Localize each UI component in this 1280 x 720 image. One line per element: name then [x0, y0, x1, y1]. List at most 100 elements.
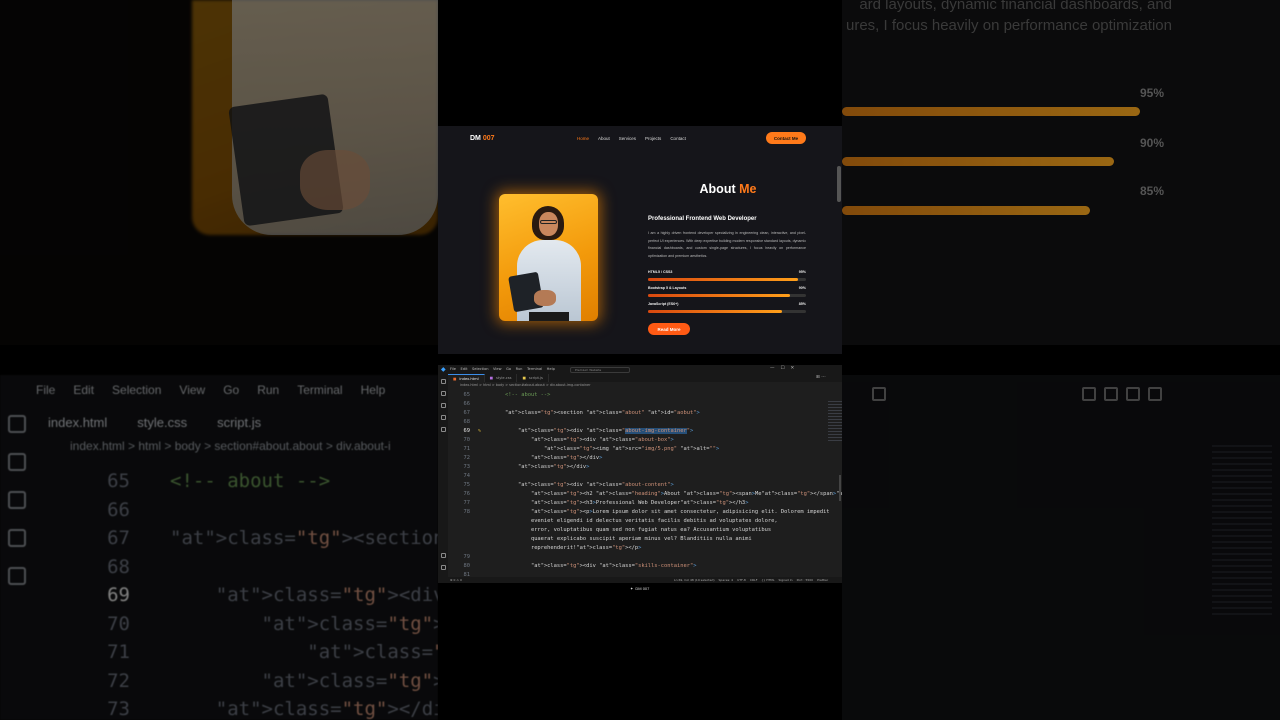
blurred-menu-item: View: [179, 383, 206, 397]
line-number: 67: [463, 410, 471, 416]
status-item[interactable]: UTF-8: [737, 578, 746, 582]
status-item[interactable]: Signed In: [779, 578, 793, 582]
skill-bar-fill: [648, 294, 791, 297]
code-text: reprehenderit!"at">class="tg"></p>: [492, 545, 642, 551]
blurred-code-line: 72 "at">class="tg"></div>: [70, 667, 438, 696]
minimize-icon[interactable]: —: [770, 366, 775, 371]
status-item[interactable]: Prettier: [817, 578, 828, 582]
maximize-icon[interactable]: ☐: [781, 366, 785, 371]
page-scrollbar[interactable]: [837, 166, 841, 202]
line-number: 76: [463, 491, 471, 497]
skill-bar-fill: [648, 310, 783, 313]
blurred-line-number: 70: [107, 612, 130, 635]
blurred-menu-item: Help: [360, 383, 386, 397]
account-icon[interactable]: [440, 553, 446, 558]
blurred-skill-percent-2: 90%: [1140, 136, 1165, 150]
search-icon[interactable]: [440, 391, 446, 396]
logo-mark-icon: ✦: [630, 586, 634, 591]
line-number: 75: [463, 482, 471, 488]
tab-label: index.html: [459, 377, 479, 381]
site-logo[interactable]: DM 007: [470, 135, 495, 142]
code-text: "at">class="tg"><p>Lorem ipsum dolor sit…: [530, 509, 830, 515]
skill-percent: 85%: [798, 302, 806, 306]
blurred-background-left: File Edit Selection View Go Run Terminal Help i…: [0, 0, 438, 720]
code-text: "at">class="tg"></div>: [517, 464, 590, 470]
menu-selection[interactable]: Selection: [472, 367, 489, 371]
nav-link-projects[interactable]: Projects: [645, 136, 661, 141]
status-item[interactable]: CRLF: [750, 578, 758, 582]
blurred-skill-bar-3: [842, 206, 1090, 215]
blurred-activity-bar: [8, 415, 30, 585]
code-line: 68: [448, 418, 842, 427]
tab-script-js[interactable]: ■ script.js: [517, 374, 549, 382]
line-number: 68: [463, 419, 471, 425]
breadcrumb[interactable]: index.html > html > body > section#about…: [460, 383, 590, 387]
editor-tabs: ■ index.html ■ style.css ■ script.js: [448, 374, 842, 382]
blurred-code-line: 73 "at">class="tg"></div>: [70, 695, 438, 720]
code-line: 66: [448, 400, 842, 409]
editor-scrollbar[interactable]: [839, 475, 841, 501]
nav-link-services[interactable]: Services: [619, 136, 636, 141]
tab-style-css[interactable]: ■ style.css: [485, 374, 518, 382]
close-icon[interactable]: ✕: [791, 366, 795, 371]
problems-status[interactable]: ⊗ 0 ⚠ 0: [450, 578, 462, 582]
nav-link-about[interactable]: About: [598, 136, 610, 141]
menu-help[interactable]: Help: [547, 367, 555, 371]
lightbulb-icon[interactable]: ✎: [478, 427, 481, 436]
line-number: 77: [463, 500, 471, 506]
about-subheading: Professional Frontend Web Developer: [648, 216, 757, 222]
watermark: ✦ DM 007: [630, 586, 650, 591]
source-control-icon[interactable]: [440, 403, 446, 408]
explorer-icon[interactable]: [440, 379, 446, 384]
status-item[interactable]: {} HTML: [761, 578, 774, 582]
code-area[interactable]: 65 <!-- about --> 66 67 "at">class="tg"><s…: [448, 391, 842, 578]
split-editor-icon[interactable]: ⊞: [816, 375, 820, 380]
title-bar: ◆ File Edit Selection View Go Run Terminal Help…: [438, 365, 842, 374]
command-center-search[interactable]: Premium Website: [570, 366, 630, 373]
line-number: 66: [463, 401, 471, 407]
blurred-about-region: ard layouts, dynamic financial dashboard…: [842, 0, 1280, 345]
code-line: 78 "at">class="tg"><p>Lorem ipsum dolor …: [448, 508, 842, 517]
blurred-code-text: "at">class="tg"><div "at">class="about-i: [170, 581, 438, 610]
contact-me-button[interactable]: Contact Me: [766, 132, 806, 144]
settings-gear-icon[interactable]: [440, 565, 446, 570]
site-navbar: DM 007 Home About Services Projects Contact …: [438, 126, 842, 152]
blurred-line-number: 73: [107, 698, 130, 720]
status-item[interactable]: Port : 5500: [797, 578, 814, 582]
blurred-line-number: 68: [107, 555, 130, 578]
blurred-menu-item: Run: [257, 383, 280, 397]
blurred-code-line: 67 "at">class="tg"><section "at">class="a…: [70, 524, 438, 553]
html-file-icon: ■: [453, 377, 457, 381]
js-file-icon: ■: [522, 376, 526, 380]
line-number: 78: [463, 509, 471, 515]
menu-run[interactable]: Run: [516, 367, 523, 371]
status-item[interactable]: Ln 69, Col 48 (19 selected): [674, 578, 715, 582]
extensions-icon[interactable]: [440, 427, 446, 432]
line-number: 72: [463, 455, 471, 461]
status-item[interactable]: Spaces: 4: [719, 578, 734, 582]
blurred-code-line: 65 <!-- about -->: [70, 467, 438, 496]
status-bar-right: Ln 69, Col 48 (19 selected) Spaces: 4 UTF-…: [674, 578, 828, 582]
more-actions-icon[interactable]: ⋯: [821, 375, 826, 380]
tab-index-html[interactable]: ■ index.html: [448, 374, 485, 382]
nav-link-home[interactable]: Home: [577, 136, 589, 141]
menu-go[interactable]: Go: [506, 367, 511, 371]
blurred-tab: style.css: [137, 415, 188, 430]
line-number: 73: [463, 464, 471, 470]
blurred-menu-item: Edit: [73, 383, 95, 397]
menu-edit[interactable]: Edit: [461, 367, 468, 371]
blurred-paragraph: ard layouts, dynamic financial dashboard…: [846, 0, 1172, 34]
menu-view[interactable]: View: [493, 367, 502, 371]
blurred-code-text: <!-- about -->: [170, 470, 331, 492]
code-line: 71 "at">class="tg"><img "at">src="img/5.…: [448, 445, 842, 454]
menu-file[interactable]: File: [450, 367, 456, 371]
blurred-code-lines: 65 <!-- about --> 66 67 "at">class="tg"><sec…: [70, 467, 438, 720]
tab-label: script.js: [528, 376, 543, 380]
blur-dim-overlay: [0, 0, 438, 345]
nav-link-contact[interactable]: Contact: [670, 136, 686, 141]
menu-terminal[interactable]: Terminal: [527, 367, 542, 371]
blurred-code-line: 68: [70, 553, 438, 582]
run-debug-icon[interactable]: [440, 415, 446, 420]
css-file-icon: ■: [489, 376, 493, 380]
read-more-button[interactable]: Read More: [648, 323, 690, 335]
